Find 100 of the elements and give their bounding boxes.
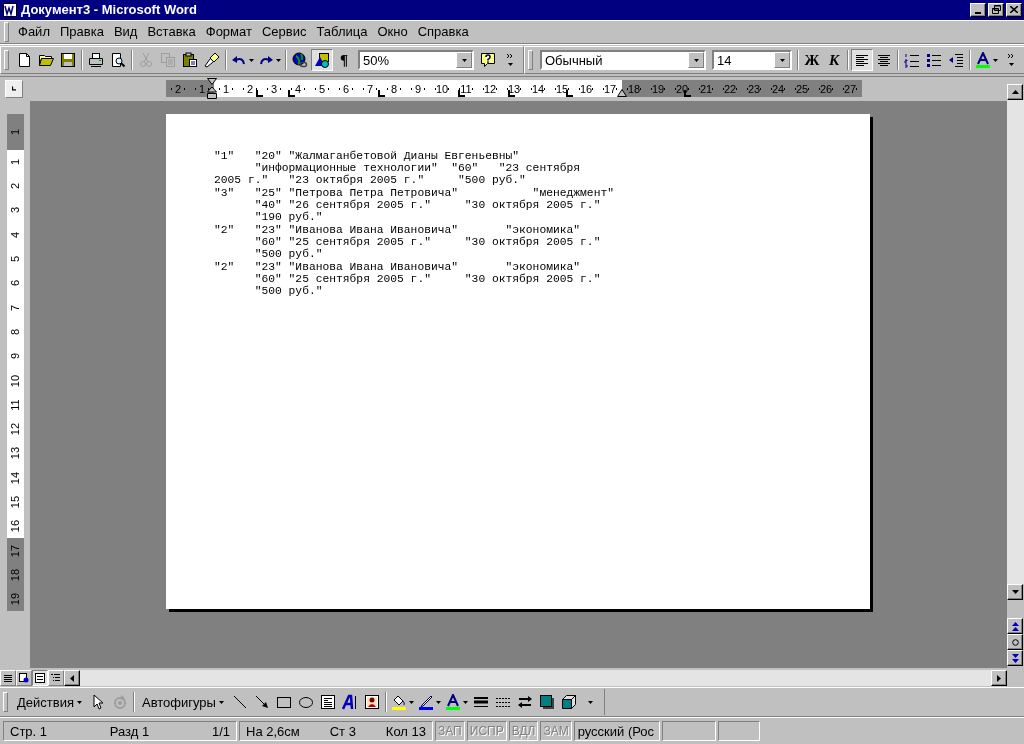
select-browse-object-button[interactable] bbox=[1007, 634, 1023, 651]
menu-item[interactable]: Файл bbox=[13, 22, 55, 42]
language-indicator: русский (Рос bbox=[573, 721, 660, 742]
minimize-icon bbox=[975, 11, 981, 14]
caret-icon bbox=[462, 700, 468, 704]
tab-selector-button[interactable] bbox=[5, 79, 23, 98]
pen-icon bbox=[417, 694, 434, 711]
ruler-number: 1 bbox=[6, 149, 24, 174]
normal-view-button[interactable] bbox=[0, 670, 16, 687]
scissors-icon bbox=[138, 52, 154, 69]
left-arrow-icon bbox=[70, 674, 74, 682]
picture-frame-icon bbox=[363, 694, 380, 711]
drawing-toggle-button[interactable] bbox=[311, 49, 333, 72]
previous-page-button[interactable] bbox=[1007, 618, 1023, 635]
shadow-square-icon bbox=[538, 694, 555, 711]
ruler-number: 17 bbox=[6, 538, 24, 563]
ruler-number: 19 bbox=[646, 80, 670, 98]
shapes-icon bbox=[314, 52, 330, 69]
text-box-icon bbox=[319, 694, 336, 711]
menu-item[interactable]: Справка bbox=[412, 22, 474, 42]
ruler-number: 1 bbox=[214, 80, 238, 98]
menu-item[interactable]: Формат bbox=[200, 22, 257, 42]
next-page-button[interactable] bbox=[1007, 650, 1023, 667]
ruler-number: 23 bbox=[742, 80, 766, 98]
tab-stop-icon[interactable] bbox=[288, 90, 295, 98]
close-button[interactable] bbox=[1006, 2, 1022, 17]
double-up-arrow-icon bbox=[1011, 621, 1019, 631]
ruler-number: 21 bbox=[694, 80, 718, 98]
right-indent-marker-icon[interactable] bbox=[617, 89, 627, 98]
print-layout-button[interactable] bbox=[32, 670, 48, 687]
ruler-number: 7 bbox=[358, 80, 382, 98]
ruler-number: 8 bbox=[382, 80, 406, 98]
numbered-list-icon bbox=[904, 52, 920, 69]
scroll-down-button[interactable] bbox=[1007, 584, 1023, 601]
restore-button[interactable] bbox=[988, 2, 1004, 17]
menu-item[interactable]: Таблица bbox=[311, 22, 373, 42]
ruler-number: 1 bbox=[6, 113, 24, 150]
tab-stop-icon[interactable] bbox=[378, 90, 385, 98]
minimize-button[interactable] bbox=[970, 2, 986, 17]
document-text-line: "500 руб." bbox=[253, 248, 324, 261]
close-icon bbox=[1010, 6, 1018, 14]
font-size-dropdown[interactable]: 14 bbox=[712, 50, 792, 71]
caret-icon bbox=[693, 58, 699, 62]
scroll-right-button[interactable] bbox=[991, 670, 1007, 687]
ruler-number: 2 bbox=[6, 174, 24, 199]
ruler-number: 3 bbox=[6, 198, 24, 223]
ruler-number: 11 bbox=[6, 392, 24, 417]
document-text-line: "информационные технологии" "60" "23 сентября bbox=[253, 162, 582, 175]
ruler-number: 7 bbox=[6, 295, 24, 320]
tab-stop-icon[interactable] bbox=[256, 90, 263, 98]
caret-icon bbox=[993, 58, 998, 62]
double-down-arrow-icon bbox=[1011, 653, 1019, 663]
menu-button[interactable]: Действия bbox=[12, 691, 87, 714]
document-text-line: "2" "23" "Иванова Ивана Ивановича" "экономика" bbox=[214, 223, 582, 236]
scroll-up-button[interactable] bbox=[1007, 83, 1023, 100]
menu-item[interactable]: Окно bbox=[372, 22, 413, 42]
chevron-icon bbox=[1006, 52, 1016, 69]
zoom-dropdown[interactable]: 50% bbox=[358, 50, 474, 71]
up-arrow-icon bbox=[1011, 89, 1019, 94]
menu-item[interactable]: Вставка bbox=[142, 22, 201, 42]
ruler-number: 22 bbox=[718, 80, 742, 98]
bold-button[interactable]: Ж bbox=[801, 49, 823, 72]
help-icon bbox=[480, 52, 496, 69]
menu-item[interactable]: Сервис bbox=[256, 22, 312, 42]
style-dropdown[interactable]: Обычный bbox=[540, 50, 706, 71]
bulleted-list-icon bbox=[926, 52, 942, 69]
ruler-number: 9 bbox=[6, 344, 24, 369]
web-layout-button[interactable] bbox=[16, 670, 32, 687]
menu-button[interactable]: Автофигуры bbox=[136, 691, 229, 714]
status-text: Кол 13 bbox=[384, 723, 427, 739]
lines-icon bbox=[2, 672, 14, 685]
ruler-number: 10 bbox=[6, 368, 24, 393]
tab-stop-icon[interactable] bbox=[566, 90, 573, 98]
cube-icon bbox=[560, 694, 577, 711]
status-panel bbox=[661, 721, 716, 742]
scroll-left-button[interactable] bbox=[64, 670, 80, 687]
menu-item[interactable]: Правка bbox=[54, 22, 109, 42]
ruler-number: 3 bbox=[262, 80, 286, 98]
copy-icon bbox=[160, 52, 176, 69]
align-left-icon bbox=[854, 52, 870, 69]
italic-button[interactable]: К bbox=[823, 49, 845, 72]
outline-view-button[interactable] bbox=[48, 670, 64, 687]
indent-marker-icon[interactable] bbox=[207, 78, 217, 101]
ruler-number: 9 bbox=[406, 80, 430, 98]
status-text: Ст 3 bbox=[328, 723, 357, 739]
status-text: Стр. 1 bbox=[9, 723, 49, 739]
align-left-button[interactable] bbox=[851, 49, 873, 72]
brush-icon bbox=[204, 52, 220, 69]
restore-icon bbox=[991, 5, 1001, 15]
ruler-number: 13 bbox=[6, 441, 24, 466]
caret-icon bbox=[276, 58, 281, 62]
page-icon bbox=[16, 52, 32, 69]
caret-icon bbox=[587, 699, 595, 705]
circle-icon bbox=[1011, 638, 1019, 646]
status-text: 1/1 bbox=[210, 723, 231, 739]
ruler-number: 14 bbox=[526, 80, 550, 98]
menu-item[interactable]: Вид bbox=[108, 22, 143, 42]
decrease-indent-icon bbox=[948, 52, 964, 69]
ruler-number: 18 bbox=[622, 80, 646, 98]
show-formatting-button[interactable]: ¶ bbox=[333, 49, 355, 72]
